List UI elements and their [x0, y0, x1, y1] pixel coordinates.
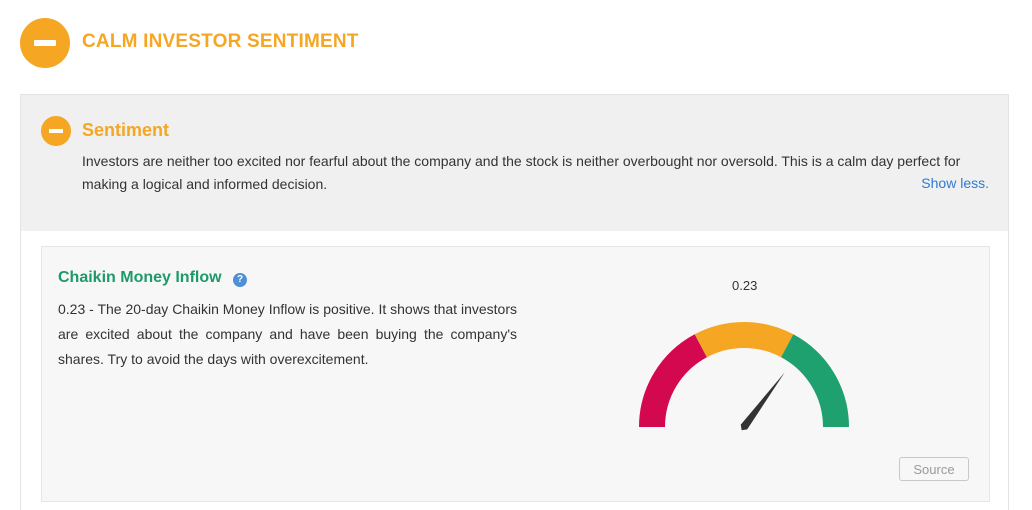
- cmf-card: Chaikin Money Inflow ? 0.23 - The 20-day…: [41, 246, 990, 502]
- gauge-segment-negative: [639, 334, 708, 428]
- cmf-title: Chaikin Money Inflow: [58, 269, 222, 286]
- source-button[interactable]: Source: [899, 457, 969, 481]
- gauge-segment-neutral: [694, 322, 794, 358]
- sentiment-panel: Sentiment Investors are neither too exci…: [20, 94, 1009, 231]
- cmf-description: 0.23 - The 20-day Chaikin Money Inflow i…: [58, 301, 517, 367]
- show-less-link[interactable]: Show less.: [921, 175, 989, 191]
- sentiment-title: Sentiment: [82, 120, 170, 140]
- sentiment-description: Investors are neither too excited nor fe…: [82, 153, 961, 192]
- cmf-gauge: [639, 322, 849, 431]
- page-title: CALM INVESTOR SENTIMENT: [82, 31, 359, 52]
- gauge-segment-positive: [780, 334, 849, 428]
- minus-circle-icon: [41, 116, 71, 146]
- minus-circle-icon: [20, 18, 70, 68]
- gauge-needle: [740, 372, 785, 431]
- gauge-value-label: 0.23: [732, 278, 758, 293]
- question-circle-icon[interactable]: ?: [233, 273, 247, 287]
